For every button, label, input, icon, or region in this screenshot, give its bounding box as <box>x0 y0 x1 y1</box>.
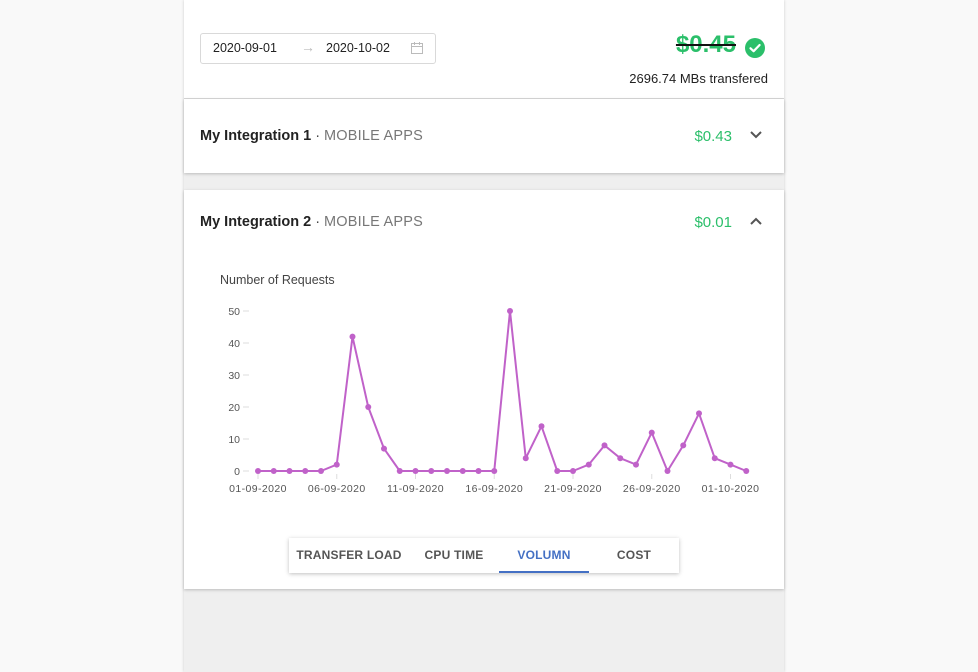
data-point[interactable] <box>617 455 624 462</box>
data-point[interactable] <box>475 468 482 474</box>
integration-title: My Integration 1 · MOBILE APPS <box>200 128 423 144</box>
data-point[interactable] <box>711 455 718 462</box>
data-point[interactable] <box>554 468 561 474</box>
data-point[interactable] <box>664 468 671 474</box>
data-point[interactable] <box>255 468 261 474</box>
integration-type: MOBILE APPS <box>324 128 423 144</box>
data-point[interactable] <box>318 468 324 474</box>
y-tick-label: 40 <box>228 338 240 350</box>
x-tick-label: 01-10-2020 <box>702 483 760 495</box>
integration-row-2[interactable]: My Integration 2 · MOBILE APPS $0.01 Numbe… <box>184 190 784 589</box>
data-point[interactable] <box>727 461 734 468</box>
summary-card: 2020-09-01 → 2020-10-02 $0.45 2696.74 MB… <box>184 0 784 99</box>
date-range-picker[interactable]: 2020-09-01 → 2020-10-02 <box>200 33 436 64</box>
transfer-amount: 2696.74 MBs transfered <box>629 71 768 86</box>
y-tick-label: 10 <box>228 434 240 446</box>
date-end-input[interactable]: 2020-10-02 <box>326 41 390 55</box>
data-point[interactable] <box>680 442 687 449</box>
metric-tabs: TRANSFER LOAD CPU TIME VOLUMN COST <box>289 538 679 573</box>
data-point[interactable] <box>444 468 450 474</box>
calendar-icon[interactable] <box>411 42 423 54</box>
x-tick-label: 26-09-2020 <box>623 483 681 495</box>
series-line <box>258 310 747 472</box>
data-point[interactable] <box>696 410 702 417</box>
tab-cpu-time[interactable]: CPU TIME <box>409 538 499 573</box>
requests-chart: Number of Requests 0 10 20 30 40 50 01-09-2020… <box>184 260 784 500</box>
data-point[interactable] <box>459 468 466 474</box>
data-point[interactable] <box>428 468 435 474</box>
content-column: 2020-09-01 → 2020-10-02 $0.45 2696.74 MB… <box>184 0 784 672</box>
integration-name: My Integration 1 <box>200 128 312 144</box>
data-point[interactable] <box>333 461 340 468</box>
integration-name: My Integration 2 <box>200 214 312 230</box>
data-point[interactable] <box>365 404 372 410</box>
integration-price: $0.43 <box>694 128 732 145</box>
chevron-down-icon[interactable] <box>749 130 763 140</box>
integration-title: My Integration 2 · MOBILE APPS <box>200 214 423 230</box>
total-cost: $0.45 <box>675 31 736 58</box>
x-tick-label: 11-09-2020 <box>387 483 444 495</box>
tab-cost[interactable]: COST <box>589 538 679 573</box>
data-point[interactable] <box>633 461 639 468</box>
tab-transfer-load[interactable]: TRANSFER LOAD <box>289 538 409 573</box>
chevron-up-icon[interactable] <box>749 216 763 226</box>
arrow-right-icon: → <box>301 39 315 55</box>
data-point[interactable] <box>743 468 750 474</box>
data-point[interactable] <box>286 468 293 474</box>
data-point[interactable] <box>349 333 356 340</box>
data-point[interactable] <box>507 308 513 314</box>
data-point[interactable] <box>396 468 403 474</box>
data-point[interactable] <box>648 429 655 436</box>
data-point[interactable] <box>381 445 387 452</box>
separator-dot: · <box>315 128 321 144</box>
data-point[interactable] <box>522 455 529 462</box>
data-point[interactable] <box>491 468 498 474</box>
data-point[interactable] <box>302 468 309 474</box>
y-tick-label: 30 <box>228 370 240 382</box>
x-tick-label: 16-09-2020 <box>465 483 523 495</box>
data-point[interactable] <box>412 468 419 474</box>
integration-price: $0.01 <box>694 214 732 231</box>
x-tick-label: 06-09-2020 <box>308 483 366 495</box>
tab-volumn[interactable]: VOLUMN <box>499 538 589 573</box>
date-start-input[interactable]: 2020-09-01 <box>213 41 277 55</box>
data-point[interactable] <box>270 468 277 474</box>
data-point[interactable] <box>570 468 576 474</box>
line-chart: 0 10 20 30 40 50 01-09-2020 06-09-2020 11-09-202… <box>228 306 760 495</box>
y-tick-label: 50 <box>228 306 240 318</box>
data-point[interactable] <box>585 461 592 468</box>
y-tick-label: 0 <box>234 466 240 478</box>
x-tick-label: 21-09-2020 <box>544 483 602 495</box>
x-tick-label: 01-09-2020 <box>229 483 287 495</box>
data-point[interactable] <box>601 442 608 449</box>
integration-type: MOBILE APPS <box>324 214 423 230</box>
check-circle-icon <box>745 38 765 58</box>
y-tick-label: 20 <box>228 402 240 414</box>
separator-dot: · <box>315 214 321 230</box>
integration-row-1[interactable]: My Integration 1 · MOBILE APPS $0.43 <box>184 99 784 173</box>
data-point[interactable] <box>538 423 545 430</box>
